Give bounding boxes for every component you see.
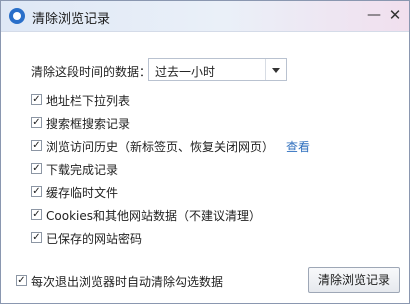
minimize-button[interactable]: — xyxy=(365,5,383,25)
time-range-label: 清除这段时间的数据： xyxy=(31,65,152,79)
option-label: Cookies和其他网站数据（不建议清理） xyxy=(46,209,261,223)
chevron-down-icon[interactable] xyxy=(265,59,286,80)
option-label: 浏览访问历史（新标签页、恢复关闭网页） xyxy=(46,140,275,154)
checkbox[interactable]: ✓ xyxy=(31,232,42,243)
view-history-link[interactable]: 查看 xyxy=(286,138,310,155)
close-button[interactable]: ✕ xyxy=(386,5,404,25)
checkbox[interactable]: ✓ xyxy=(31,186,42,197)
option-label: 下载完成记录 xyxy=(46,163,119,177)
option-label: 已保存的网站密码 xyxy=(46,232,143,246)
time-range-value: 过去一小时 xyxy=(155,65,216,79)
time-range-select[interactable]: 过去一小时 xyxy=(148,58,287,81)
browser-logo-icon xyxy=(9,8,25,24)
option-label: 地址栏下拉列表 xyxy=(46,94,131,108)
clear-history-dialog: 清除浏览记录 — ✕ 清除这段时间的数据： 过去一小时 ✓ 地址栏下拉列表 ✓ … xyxy=(0,0,410,304)
checkbox[interactable]: ✓ xyxy=(31,209,42,220)
checkbox[interactable]: ✓ xyxy=(31,163,42,174)
checkbox[interactable]: ✓ xyxy=(31,140,42,151)
title-bar: 清除浏览记录 — ✕ xyxy=(1,1,409,32)
option-label: 每次退出浏览器时自动清除勾选数据 xyxy=(31,275,224,289)
checkbox[interactable]: ✓ xyxy=(16,275,27,286)
checkbox[interactable]: ✓ xyxy=(31,117,42,128)
option-label: 搜索框搜索记录 xyxy=(46,117,131,131)
checkbox[interactable]: ✓ xyxy=(31,94,42,105)
option-label: 缓存临时文件 xyxy=(46,186,119,200)
dialog-title: 清除浏览记录 xyxy=(32,12,111,27)
clear-history-button[interactable]: 清除浏览记录 xyxy=(308,267,400,293)
